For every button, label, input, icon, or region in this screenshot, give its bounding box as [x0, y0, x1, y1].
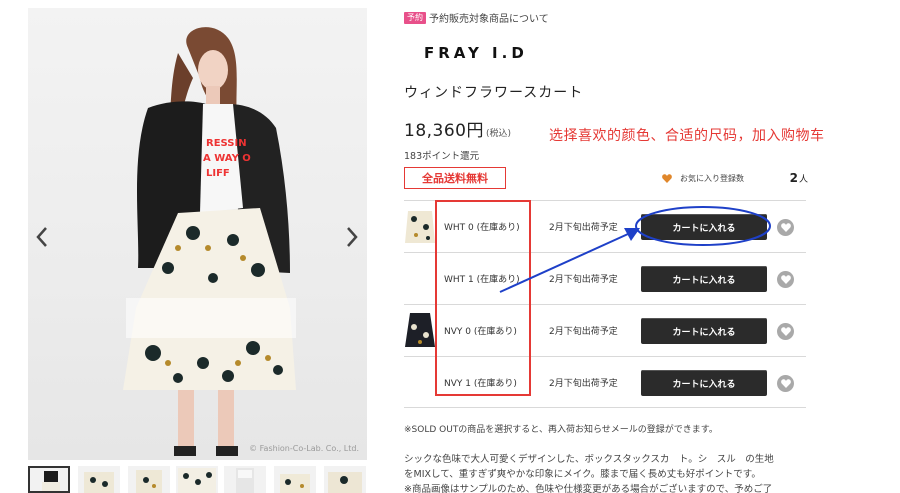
variant-row: WHT 0 (在庫あり) 2月下旬出荷予定 カートに入れる — [404, 200, 806, 252]
product-price: 18,360円 — [404, 121, 484, 141]
add-to-cart-button[interactable]: カートに入れる — [641, 214, 767, 240]
variant-name: NVY 1 (在庫あり) — [444, 379, 517, 389]
description-line: をMIXして、重すぎず爽やかな印象にメイク。膝まで届く長め丈も好ポイントです。 — [404, 469, 761, 480]
heart-icon — [780, 327, 791, 336]
soldout-note: ※SOLD OUTの商品を選択すると、再入荷お知らせメールの登録ができます。 — [404, 425, 718, 435]
add-to-cart-button[interactable]: カートに入れる — [641, 318, 767, 344]
chevron-left-icon — [36, 227, 47, 247]
variant-name: NVY 0 (在庫あり) — [444, 327, 517, 337]
reserve-badge: 予約 — [404, 11, 426, 24]
ship-date: 2月下旬出荷予定 — [549, 327, 618, 337]
next-image-button[interactable] — [340, 222, 364, 252]
favorite-count: 2人 — [790, 171, 808, 185]
favorite-button[interactable] — [777, 219, 794, 236]
thumbnail[interactable] — [176, 466, 218, 493]
thumbnail[interactable] — [128, 466, 170, 493]
points-info: 183ポイント還元 — [404, 151, 480, 162]
heart-icon — [662, 173, 672, 183]
thumbnail[interactable] — [324, 466, 366, 493]
favorite-label: お気に入り登録数 — [680, 173, 744, 183]
heart-icon — [780, 223, 791, 232]
favorite-button[interactable] — [777, 271, 794, 288]
ship-date: 2月下旬出荷予定 — [549, 379, 618, 389]
model-illustration: RESSIN A WAY O LIFF — [123, 27, 296, 456]
product-main-image: RESSIN A WAY O LIFF © Fashion-Co-Lab. Co… — [28, 8, 367, 460]
thumbnail-strip — [28, 466, 367, 493]
ship-date: 2月下旬出荷予定 — [549, 275, 618, 285]
description-line: シックな色味で大人可愛くデザインした、ボックスタックスカ ト。シ スル の生地 — [404, 454, 774, 465]
heart-icon — [780, 275, 791, 284]
description-line: ※商品画像はサンプルのため、色味や仕様変更がある場合がございますので、予めご了 — [404, 484, 773, 493]
favorite-count-unit: 人 — [798, 175, 808, 185]
free-shipping-badge: 全品送料無料 — [404, 167, 506, 189]
thumbnail[interactable] — [78, 466, 120, 493]
chevron-right-icon — [347, 227, 358, 247]
prev-image-button[interactable] — [30, 222, 54, 252]
reserve-info: 予約 予約販売対象商品について — [404, 10, 549, 25]
add-to-cart-button[interactable]: カートに入れる — [641, 370, 767, 396]
shirt-slogan-3: LIFF — [206, 168, 230, 179]
variant-row: WHT 1 (在庫あり) 2月下旬出荷予定 カートに入れる — [404, 252, 806, 304]
annotation-note: 选择喜欢的颜色、合适的尺码，加入购物车 — [549, 128, 825, 144]
tax-note: (税込) — [485, 129, 512, 139]
thumbnail[interactable] — [224, 466, 266, 493]
thumbnail[interactable] — [28, 466, 70, 493]
color-swatch-white — [404, 205, 436, 245]
photo-credit: © Fashion-Co-Lab. Co., Ltd. — [249, 444, 359, 453]
heart-icon — [780, 379, 791, 388]
favorite-button[interactable] — [777, 323, 794, 340]
shirt-slogan-1: RESSIN — [206, 138, 247, 149]
favorite-button[interactable] — [777, 375, 794, 392]
variant-row: NVY 1 (在庫あり) 2月下旬出荷予定 カートに入れる — [404, 356, 806, 408]
color-swatch-navy — [404, 309, 436, 349]
variant-name: WHT 0 (在庫あり) — [444, 223, 520, 233]
thumbnail[interactable] — [274, 466, 316, 493]
price-row: 18,360円 (税込) — [404, 116, 511, 141]
shirt-slogan-2: A WAY O — [203, 153, 251, 164]
variant-list: WHT 0 (在庫あり) 2月下旬出荷予定 カートに入れる WHT 1 (在庫あ… — [404, 200, 806, 408]
add-to-cart-button[interactable]: カートに入れる — [641, 266, 767, 292]
product-description: シックな色味で大人可愛くデザインした、ボックスタックスカ ト。シ スル の生地 … — [404, 452, 804, 493]
product-title: ウィンドフラワースカート — [404, 85, 584, 101]
favorite-count-value: 2 — [789, 171, 798, 185]
reserve-link[interactable]: 予約販売対象商品について — [429, 10, 549, 25]
variant-name: WHT 1 (在庫あり) — [444, 275, 520, 285]
favorite-count-row: お気に入り登録数 2人 — [662, 171, 808, 185]
variant-row: NVY 0 (在庫あり) 2月下旬出荷予定 カートに入れる — [404, 304, 806, 356]
brand-logo[interactable]: FRAY I.D — [424, 44, 528, 62]
ship-date: 2月下旬出荷予定 — [549, 223, 618, 233]
